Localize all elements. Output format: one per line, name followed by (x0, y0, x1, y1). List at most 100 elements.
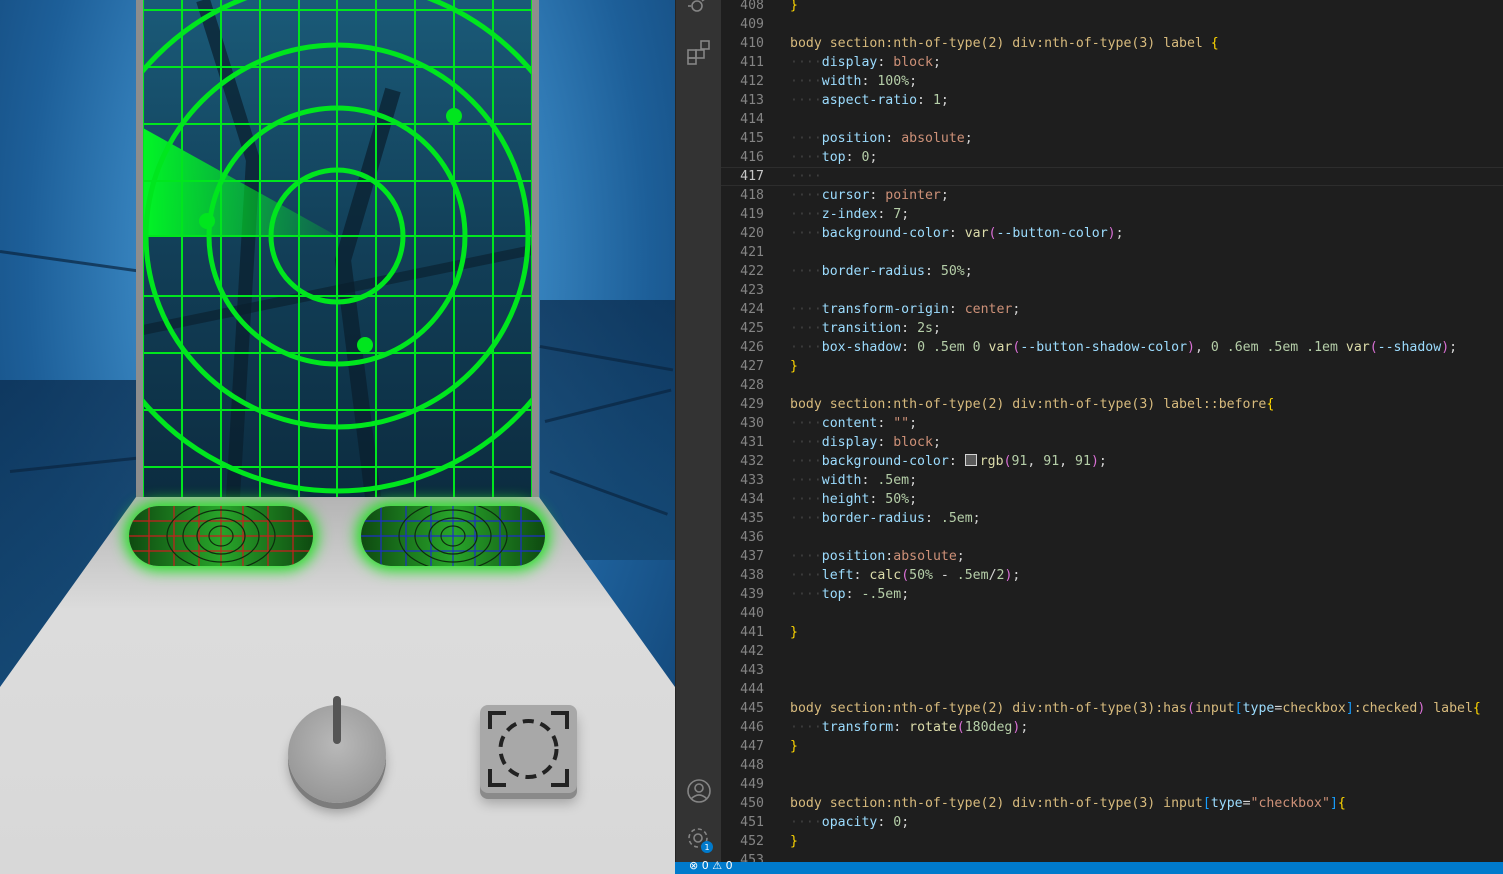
code-editor[interactable]: 408} 409 410 body section:nth-of-type(2) di… (721, 0, 1503, 862)
code-line[interactable]: 449 (721, 775, 1503, 794)
red-drum-toggle[interactable] (129, 506, 313, 566)
code-line[interactable]: 444 (721, 680, 1503, 699)
line-number: 425 (740, 321, 764, 336)
code-token: --button-color (996, 226, 1108, 241)
code-token: ) (1441, 340, 1450, 355)
code-line[interactable]: 445 body section:nth-of-type(2) div:nth-o… (721, 699, 1503, 718)
code-token: var (1345, 340, 1370, 355)
code-token: body section:nth-of-type(2) div:nth-of-t… (790, 796, 1203, 811)
problems-indicator[interactable]: ⊗ 0 ⚠ 0 (689, 859, 733, 872)
code-token: ···· (790, 207, 822, 222)
code-line[interactable]: 411 ····display: block; (721, 53, 1503, 72)
account-icon[interactable] (685, 777, 713, 805)
code-line[interactable]: 434 ····height: 50%; (721, 490, 1503, 509)
code-line[interactable]: 428 (721, 376, 1503, 395)
code-line[interactable]: 447} (721, 737, 1503, 756)
code-line[interactable]: 417 ···· (721, 167, 1503, 186)
line-number: 449 (740, 777, 764, 792)
code-token: 91 (1075, 454, 1091, 469)
code-token: ···· (790, 435, 822, 450)
code-line[interactable]: 409 (721, 15, 1503, 34)
machine-body (0, 497, 675, 874)
code-token: display (821, 435, 878, 450)
code-line[interactable]: 429 body section:nth-of-type(2) div:nth-o… (721, 395, 1503, 414)
code-line[interactable]: 430 ····content: ""; (721, 414, 1503, 433)
code-line[interactable]: 413 ····aspect-ratio: 1; (721, 91, 1503, 110)
code-line[interactable]: 423 (721, 281, 1503, 300)
code-line[interactable]: 416 ····top: 0; (721, 148, 1503, 167)
code-token: ···· (790, 264, 822, 279)
code-text: ····display: block; (790, 53, 941, 72)
code-line[interactable]: 441} (721, 623, 1503, 642)
code-token: ( (1186, 701, 1195, 716)
code-line[interactable]: 443 (721, 661, 1503, 680)
code-text: ····aspect-ratio: 1; (790, 91, 949, 110)
code-line[interactable]: 440 (721, 604, 1503, 623)
code-line[interactable]: 446 ····transform: rotate(180deg); (721, 718, 1503, 737)
code-line[interactable]: 453 (721, 851, 1503, 862)
code-line[interactable]: 442 (721, 642, 1503, 661)
code-line[interactable]: 422 ····border-radius: 50%; (721, 262, 1503, 281)
code-token: width (821, 74, 862, 89)
code-line[interactable]: 410 body section:nth-of-type(2) div:nth-o… (721, 34, 1503, 53)
code-line[interactable]: 424 ····transform-origin: center; (721, 300, 1503, 319)
code-line[interactable]: 438 ····left: calc(50% - .5em/2); (721, 566, 1503, 585)
code-line[interactable]: 452} (721, 832, 1503, 851)
extensions-icon[interactable] (685, 38, 713, 66)
blue-drum-toggle[interactable] (361, 506, 545, 566)
code-line[interactable]: 437 ····position:absolute; (721, 547, 1503, 566)
code-token: } (790, 359, 798, 374)
code-token: ( (901, 568, 910, 583)
code-text: ····display: block; (790, 433, 941, 452)
code-token: 50% (885, 492, 910, 507)
code-line[interactable]: 431 ····display: block; (721, 433, 1503, 452)
code-line[interactable]: 432 ····background-color: rgb(91, 91, 91)… (721, 452, 1503, 471)
code-line[interactable]: 421 (721, 243, 1503, 262)
code-line[interactable]: 451 ····opacity: 0; (721, 813, 1503, 832)
code-token: , (1027, 454, 1044, 469)
code-line[interactable]: 414 (721, 110, 1503, 129)
code-text: ····position: absolute; (790, 129, 973, 148)
code-line[interactable]: 408} (721, 0, 1503, 15)
scan-button[interactable] (480, 705, 577, 793)
debug-icon[interactable] (685, 0, 713, 20)
code-text: ····top: -.5em; (790, 585, 909, 604)
code-token: ; (909, 74, 918, 89)
code-token: : (845, 150, 862, 165)
settings-gear-icon[interactable]: 1 (685, 825, 713, 853)
code-line[interactable]: 426 ····box-shadow: 0 .5em 0 var(--button… (721, 338, 1503, 357)
line-number: 445 (740, 701, 764, 716)
code-token: : (877, 435, 894, 450)
code-token: ; (972, 511, 981, 526)
code-line[interactable]: 435 ····border-radius: .5em; (721, 509, 1503, 528)
code-token: ; (940, 93, 949, 108)
code-line[interactable]: 425 ····transition: 2s; (721, 319, 1503, 338)
code-line[interactable]: 433 ····width: .5em; (721, 471, 1503, 490)
code-text: ····content: ""; (790, 414, 917, 433)
line-number: 426 (740, 340, 764, 355)
code-token: rgb (979, 454, 1004, 469)
line-number: 443 (740, 663, 764, 678)
code-line[interactable]: 419 ····z-index: 7; (721, 205, 1503, 224)
code-token: ) (1090, 454, 1099, 469)
code-token: checkbox (1282, 701, 1346, 716)
code-line[interactable]: 420 ····background-color: var(--button-co… (721, 224, 1503, 243)
settings-badge: 1 (704, 843, 709, 852)
code-line[interactable]: 439 ····top: -.5em; (721, 585, 1503, 604)
code-line[interactable]: 415 ····position: absolute; (721, 129, 1503, 148)
code-line[interactable]: 412 ····width: 100%; (721, 72, 1503, 91)
code-token: : (869, 188, 886, 203)
code-line[interactable]: 436 (721, 528, 1503, 547)
code-token: } (790, 834, 798, 849)
line-number: 437 (740, 549, 764, 564)
code-text: ····width: 100%; (790, 72, 917, 91)
color-swatch[interactable] (964, 454, 977, 466)
code-line[interactable]: 427} (721, 357, 1503, 376)
code-token: , (1059, 454, 1076, 469)
code-line[interactable]: 418 ····cursor: pointer; (721, 186, 1503, 205)
code-token: ···· (790, 226, 822, 241)
code-line[interactable]: 450 body section:nth-of-type(2) div:nth-o… (721, 794, 1503, 813)
code-line[interactable]: 448 (721, 756, 1503, 775)
code-token: : (861, 473, 878, 488)
rotary-knob[interactable] (288, 696, 386, 803)
